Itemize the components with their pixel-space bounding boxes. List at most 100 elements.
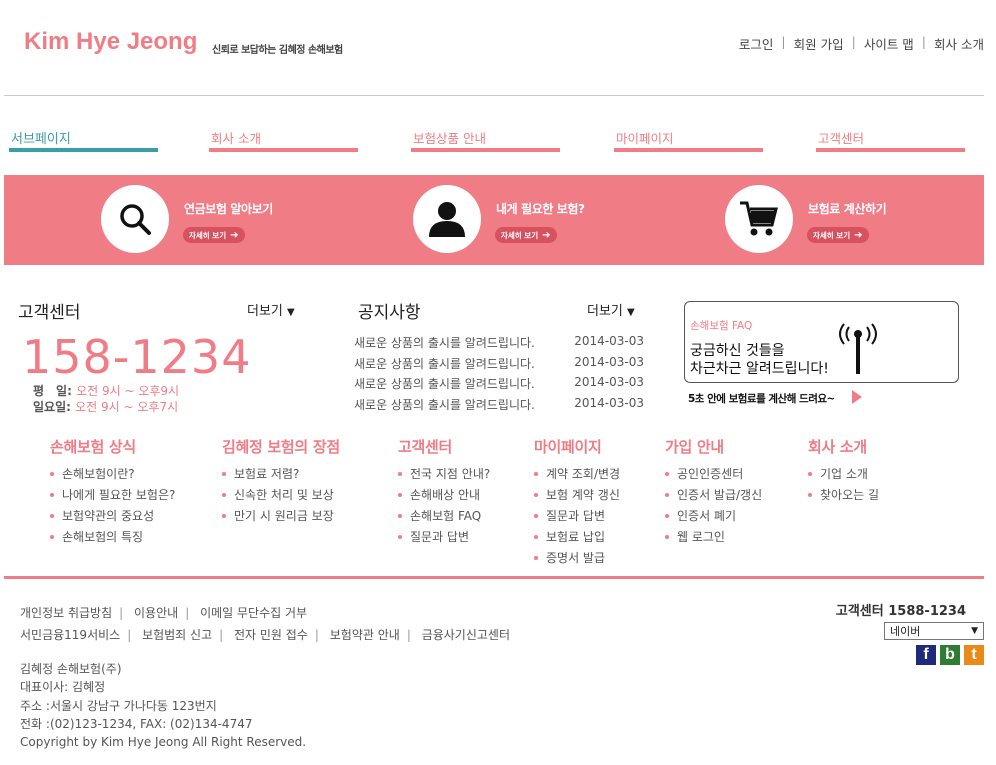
detail-button-label: 자세히 보기 [501,230,539,240]
separator: | [921,34,927,49]
sitemap-link[interactable]: 손해보험 FAQ [398,505,490,526]
sitemap-title[interactable]: 마이페이지 [534,436,620,457]
detail-button-pension[interactable]: 자세히 보기 ➔ [183,227,245,243]
notice-row[interactable]: 새로운 상품의 출시를 알려드립니다. 2014-03-03 [354,355,644,376]
sunday-label: 일요일: [33,400,71,414]
site-logo[interactable]: Kim Hye Jeong [24,28,197,56]
banner-title-needs[interactable]: 내게 필요한 보험? [496,200,585,217]
company-intro-link[interactable]: 회사 소개 [934,34,984,53]
notice-row[interactable]: 새로운 상품의 출시를 알려드립니다. 2014-03-03 [354,375,644,396]
sitemap-link[interactable]: 증명서 발급 [534,547,620,568]
customer-center-more-link[interactable]: 더보기 ▼ [247,300,295,319]
detail-button-needs[interactable]: 자세히 보기 ➔ [495,227,557,243]
sitemap-link[interactable]: 웹 로그인 [665,526,762,547]
facebook-icon[interactable]: f [916,645,936,665]
sitemap-link[interactable]: 손해보험의 특징 [50,526,175,547]
play-arrow-icon[interactable] [852,390,862,404]
blog-icon[interactable]: b [940,645,960,665]
notice-text[interactable]: 새로운 상품의 출시를 알려드립니다. [354,375,535,396]
sitemap-link[interactable]: 찾아오는 길 [808,484,879,505]
sitemap-link[interactable]: 만기 시 원리금 보장 [222,505,340,526]
banner-title-calc[interactable]: 보험료 계산하기 [808,200,887,217]
sitemap-column: 고객센터 전국 지점 안내? 손해배상 안내 손해보험 FAQ 질문과 답변 [398,436,490,547]
signup-link[interactable]: 회원 가입 [794,34,844,53]
weekday-hours-value: 오전 9시 ~ 오후9시 [76,384,180,398]
separator: | [119,606,124,620]
sitemap-link[interactable]: 전국 지점 안내? [398,463,490,484]
company-name: 김혜정 손해보험(주) [20,662,122,676]
sitemap-link[interactable]: 공인인증센터 [665,463,762,484]
more-label: 더보기 [587,304,623,319]
sitemap-link[interactable]: 보험료 납입 [534,526,620,547]
sitemap-link[interactable]: 인증서 폐기 [665,505,762,526]
sitemap-link[interactable]: 보험료 저렴? [222,463,340,484]
triangle-down-icon: ▼ [971,626,978,636]
family-site-select[interactable]: 네이버 ▼ [884,622,984,640]
sitemap-title[interactable]: 손해보험 상식 [50,436,175,457]
sitemap-link[interactable]: 기업 소개 [808,463,879,484]
fraud-center-link[interactable]: 금융사기신고센터 [422,628,510,642]
sitemap-link[interactable]: 계약 조회/변경 [534,463,620,484]
detail-button-calc[interactable]: 자세히 보기 ➔ [807,227,869,243]
sitemap-link[interactable]: 손해보험이란? [50,463,175,484]
ceo-name: 대표이사: 김혜정 [20,680,106,695]
nav-item-subpage[interactable]: 서브페이지 [9,128,158,152]
terms-link[interactable]: 이용안내 [134,606,178,620]
footer-links-row-2: 서민금융119서비스 | 보험범죄 신고 | 전자 민원 접수 | 보험약관 안내 | … [20,626,510,643]
sitemap-link[interactable]: 인증서 발급/갱신 [665,484,762,505]
twitter-icon[interactable]: t [964,645,984,665]
e-complaint-link[interactable]: 전자 민원 접수 [234,628,308,642]
nav-item-mypage[interactable]: 마이페이지 [614,128,763,152]
faq-text: 궁금하신 것들을 차근차근 알려드립니다! [690,342,829,378]
faq-line-2: 차근차근 알려드립니다! [690,361,829,377]
sitemap-link[interactable]: 신속한 처리 및 보상 [222,484,340,505]
notice-row[interactable]: 새로운 상품의 출시를 알려드립니다. 2014-03-03 [354,396,644,417]
sitemap-column: 회사 소개 기업 소개 찾아오는 길 [808,436,879,505]
sitemap-link[interactable]: 손해배상 안내 [398,484,490,505]
faq-label: 손해보험 FAQ [690,320,753,332]
email-policy-link[interactable]: 이메일 무단수집 거부 [200,606,307,620]
sitemap-link[interactable]: 질문과 답변 [398,526,490,547]
sitemap-link[interactable]: 보험약관의 중요성 [50,505,175,526]
login-link[interactable]: 로그인 [739,34,774,53]
notice-date: 2014-03-03 [574,375,644,389]
notice-date: 2014-03-03 [574,334,644,348]
nav-item-products[interactable]: 보험상품 안내 [411,128,560,152]
company-address: 주소 :서울시 강남구 가나다동 123번지 [20,698,217,713]
nav-item-company[interactable]: 회사 소개 [209,128,358,152]
person-icon[interactable] [413,185,481,253]
finance-119-link[interactable]: 서민금융119서비스 [20,628,120,642]
separator: | [406,628,411,642]
copyright: Copyright by Kim Hye Jeong All Right Res… [20,735,307,750]
arrow-right-icon: ➔ [542,229,551,241]
sitemap-link[interactable]: 보험 계약 갱신 [534,484,620,505]
sitemap-link[interactable]: 나에게 필요한 보험은? [50,484,175,505]
footer-divider [4,576,984,579]
nav-item-support[interactable]: 고객센터 [816,128,965,152]
notice-title: 공지사항 [358,303,421,323]
sitemap-title[interactable]: 고객센터 [398,436,490,457]
phone-number: 158-1234 [22,330,252,384]
notice-text[interactable]: 새로운 상품의 출시를 알려드립니다. [354,355,535,376]
privacy-policy-link[interactable]: 개인정보 취급방침 [20,606,112,620]
premium-calc-link[interactable]: 5초 안에 보험료를 계산해 드려요~ [688,391,835,406]
banner-title-pension[interactable]: 연금보험 알아보기 [184,200,273,217]
sitemap-title[interactable]: 가입 안내 [665,436,762,457]
top-utility-nav: 로그인 | 회원 가입 | 사이트 맵 | 회사 소개 [739,34,984,53]
search-icon[interactable] [101,185,169,253]
notice-more-link[interactable]: 더보기 ▼ [587,300,635,319]
sitemap-column: 손해보험 상식 손해보험이란? 나에게 필요한 보험은? 보험약관의 중요성 손… [50,436,175,547]
sitemap-link[interactable]: 사이트 맵 [864,34,914,53]
fraud-report-link[interactable]: 보험범죄 신고 [142,628,212,642]
separator: | [314,628,319,642]
notice-row[interactable]: 새로운 상품의 출시를 알려드립니다. 2014-03-03 [354,334,644,355]
sitemap-link[interactable]: 질문과 답변 [534,505,620,526]
cart-icon[interactable] [725,185,793,253]
policy-guide-link[interactable]: 보험약관 안내 [330,628,400,642]
notice-text[interactable]: 새로운 상품의 출시를 알려드립니다. [354,334,535,355]
sitemap-title[interactable]: 회사 소개 [808,436,879,457]
notice-text[interactable]: 새로운 상품의 출시를 알려드립니다. [354,396,535,417]
customer-center-title: 고객센터 [18,303,81,323]
sitemap-title[interactable]: 김혜정 보험의 장점 [222,436,340,457]
company-info: 김혜정 손해보험(주) 대표이사: 김혜정 주소 :서울시 강남구 가나다동 1… [20,660,306,751]
